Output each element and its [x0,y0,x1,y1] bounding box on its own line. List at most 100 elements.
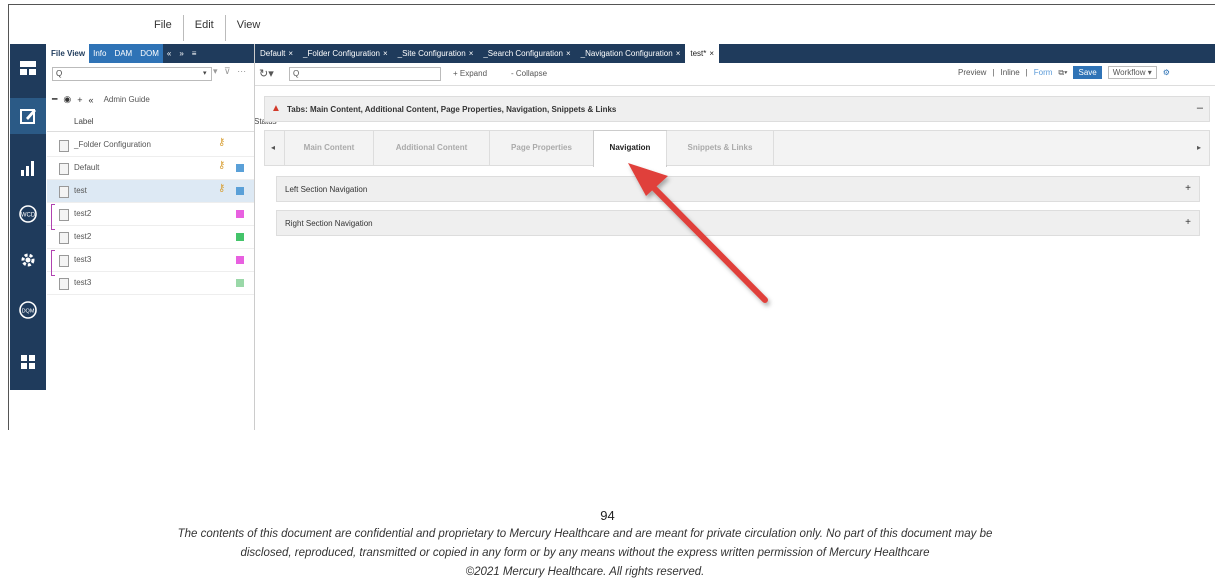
workflow-dropdown[interactable]: Workflow ▾ [1107,66,1157,79]
status-square-icon [236,233,244,241]
tab-dam[interactable]: DAM [110,44,137,63]
warning-icon: ▲ [271,103,281,114]
page-icon [59,209,69,221]
page-icon [59,255,69,267]
form-button[interactable]: Form [1034,68,1053,77]
close-icon[interactable]: × [469,49,474,58]
expand-plus-icon[interactable]: + [1185,183,1191,194]
refresh-icon[interactable]: ↻▾ [259,67,274,80]
tree-row[interactable]: test2 [47,203,254,226]
back-icon[interactable]: « [89,95,94,105]
preview-button[interactable]: Preview [958,68,986,77]
close-icon[interactable]: × [709,49,714,58]
doc-tab-label: _Search Configuration [483,49,563,58]
doc-tab-label: _Site Configuration [397,49,466,58]
tree-row-label: test [74,186,87,195]
inline-button[interactable]: Inline [1001,68,1020,77]
tree-row[interactable]: test3 [47,272,254,295]
close-icon[interactable]: × [566,49,571,58]
warning-text: Tabs: Main Content, Additional Content, … [287,105,617,114]
add-icon[interactable]: + [77,95,82,105]
section-label: Right Section Navigation [285,219,373,228]
settings-gear-icon[interactable] [10,242,46,278]
left-section-navigation[interactable]: Left Section Navigation + [276,176,1200,202]
collapse-icon[interactable]: ━ [52,94,57,105]
apps-grid-icon[interactable] [10,344,46,380]
dashboard-icon[interactable] [10,50,46,86]
tree-row[interactable]: test ⚷ [47,180,254,203]
tab-additional-content[interactable]: Additional Content [373,131,489,165]
status-square-icon [236,279,244,287]
dropdown-icon[interactable]: ▾ [203,69,207,77]
lock-key-icon: ⚷ [218,160,226,171]
tab-strip-filler [773,131,1194,165]
document-frame-top [8,4,1215,5]
document-tabs: Default × _Folder Configuration × _Site Conf… [255,44,1215,63]
admin-guide-label[interactable]: Admin Guide [104,95,150,104]
doc-tab[interactable]: _Folder Configuration × [298,44,393,63]
analytics-icon[interactable] [10,150,46,186]
tree-row[interactable]: test2 [47,226,254,249]
tab-file-view[interactable]: File View [47,44,90,63]
doc-tab[interactable]: _Search Configuration × [478,44,575,63]
edit-icon[interactable] [10,98,46,134]
status-square-icon [236,210,244,218]
left-search-text: Q [56,69,63,78]
doc-tab-label: _Folder Configuration [303,49,380,58]
editor-toolbar: ↻▾ Q + Expand - Collapse Preview | Inlin… [255,63,1215,86]
page-icon [59,278,69,290]
settings-icon[interactable]: ⚙ [1163,68,1170,77]
status-square-icon [236,187,244,195]
doc-tab-label: _Navigation Configuration [580,49,673,58]
left-panel-tabs: File View Info DAM DOM « » ≡ [47,44,254,63]
doc-tab[interactable]: _Site Configuration × [393,44,479,63]
left-search-input[interactable]: Q ▾ [52,67,212,81]
tab-navigation[interactable]: Navigation [593,130,667,167]
right-section-navigation[interactable]: Right Section Navigation + [276,210,1200,236]
editor-search-input[interactable]: Q [289,67,441,81]
tab-snippets-links[interactable]: Snippets & Links [666,131,773,165]
filter-icon[interactable]: ▾ ⊽ ⋯ [213,66,248,77]
tab-page-properties[interactable]: Page Properties [489,131,593,165]
page-number: 94 [600,508,615,523]
save-button[interactable]: Save [1073,66,1102,79]
doc-tab[interactable]: test* × [685,44,720,63]
doc-tab[interactable]: Default × [255,44,298,63]
minimize-icon[interactable]: – [1197,102,1203,114]
menu-file[interactable]: File [143,15,183,41]
tab-info[interactable]: Info [89,44,111,63]
footer-line-2: disclosed, reproduced, transmitted or co… [240,547,930,559]
expand-plus-icon[interactable]: + [1185,217,1191,228]
page-icon [59,186,69,198]
tree-header: Label Status [47,109,277,132]
doc-tab[interactable]: _Navigation Configuration × [576,44,686,63]
collapse-button[interactable]: - Collapse [511,69,547,78]
col-label: Label [74,117,94,126]
tab-dom[interactable]: DOM [136,44,163,63]
tree-row[interactable]: _Folder Configuration ⚷ [47,134,254,157]
open-window-icon[interactable]: ⧉▾ [1058,68,1067,78]
scroll-right-icon[interactable]: ▸ [1197,143,1201,152]
tree-row[interactable]: Default ⚷ [47,157,254,180]
close-icon[interactable]: × [288,49,293,58]
wcd-icon[interactable]: WCD [10,196,46,232]
tab-prev-icon[interactable]: « [163,44,175,63]
close-icon[interactable]: × [383,49,388,58]
globe-icon[interactable]: ◉ [63,94,71,105]
menu-view[interactable]: View [224,15,272,41]
dqm-icon[interactable]: DQM [10,292,46,328]
lock-key-icon: ⚷ [218,183,226,194]
scroll-left-icon[interactable]: ◂ [271,143,275,152]
tab-next-icon[interactable]: » [175,44,187,63]
content-tabs: ◂ Main Content Additional Content Page P… [264,130,1210,167]
lock-key-icon: ⚷ [218,137,226,148]
tab-main-content[interactable]: Main Content [284,131,373,165]
tab-menu-icon[interactable]: ≡ [188,44,201,63]
expand-button[interactable]: + Expand [453,69,487,78]
close-icon[interactable]: × [676,49,681,58]
page-icon [59,232,69,244]
footer-line-3: ©2021 Mercury Healthcare. All rights res… [465,566,705,578]
tree-row[interactable]: test3 [47,249,254,272]
menu-edit[interactable]: Edit [182,15,225,41]
tree-row-label: _Folder Configuration [74,140,151,149]
